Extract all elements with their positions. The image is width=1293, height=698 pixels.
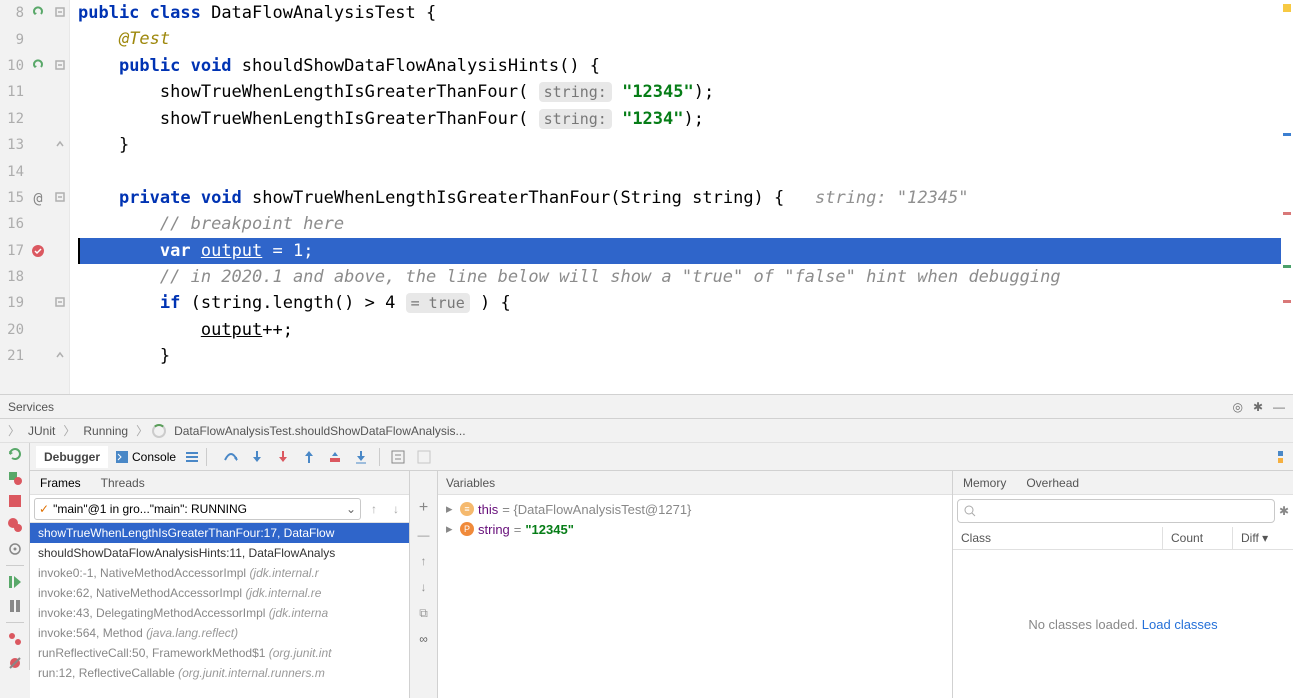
keyword: public class [78, 3, 201, 23]
breakpoint-err-icon[interactable] [7, 518, 23, 533]
modify-icon[interactable] [7, 471, 23, 486]
tab-console[interactable]: Console [110, 446, 182, 468]
tab-memory[interactable]: Memory [953, 472, 1016, 494]
fold-icon[interactable] [55, 192, 67, 204]
down-watch-icon[interactable]: ↓ [416, 579, 432, 595]
frame-row[interactable]: invoke:43, DelegatingMethodAccessorImpl … [30, 603, 409, 623]
annotation: @Test [119, 29, 170, 49]
copy-icon[interactable]: ⧉ [416, 605, 432, 621]
fold-end-icon[interactable] [55, 350, 67, 362]
frame-row[interactable]: run:12, ReflectiveCallable (org.junit.in… [30, 663, 409, 683]
drop-frame-icon[interactable] [327, 449, 343, 465]
tab-frames[interactable]: Frames [30, 472, 91, 494]
spinner-icon [152, 424, 166, 438]
mute-bp-icon[interactable] [7, 655, 23, 670]
frame-row[interactable]: showTrueWhenLengthIsGreaterThanFour:17, … [30, 523, 409, 543]
warning-marker[interactable] [1283, 4, 1291, 12]
up-watch-icon[interactable]: ↑ [416, 553, 432, 569]
stop-icon[interactable] [7, 494, 23, 509]
fold-icon[interactable] [55, 297, 67, 309]
gutter: 89101112131415@161718192021 [0, 0, 70, 394]
panel-title: Services [8, 400, 54, 414]
run-to-cursor-icon[interactable] [353, 449, 369, 465]
frames-list[interactable]: showTrueWhenLengthIsGreaterThanFour:17, … [30, 523, 409, 698]
threads-view-icon[interactable] [184, 449, 200, 465]
rerun-icon[interactable] [7, 447, 23, 462]
settings-icon[interactable] [7, 541, 23, 556]
empty-text: No classes loaded. [1028, 617, 1141, 632]
crumb-running[interactable]: Running [79, 422, 132, 440]
override-icon[interactable] [30, 5, 46, 21]
col-class[interactable]: Class [953, 527, 1163, 549]
param-hint: string: [539, 82, 612, 102]
tab-debugger[interactable]: Debugger [36, 446, 108, 468]
crumb-junit[interactable]: JUnit [24, 422, 59, 440]
frame-row[interactable]: shouldShowDataFlowAnalysisHints:11, Data… [30, 543, 409, 563]
variables-tree[interactable]: ▸≡ this = {DataFlowAnalysisTest@1271}▸P … [438, 495, 952, 543]
frame-row[interactable]: invoke:62, NativeMethodAccessorImpl (jdk… [30, 583, 409, 603]
col-diff[interactable]: Diff ▾ [1233, 527, 1293, 549]
add-watch-icon[interactable]: + [419, 499, 428, 517]
services-toolwindow: Services ◎ ✱ — 〉JUnit 〉Running 〉DataFlow… [0, 395, 1293, 698]
frame-row[interactable]: invoke0:-1, NativeMethodAccessorImpl (jd… [30, 563, 409, 583]
caret [78, 238, 80, 264]
tab-threads[interactable]: Threads [91, 472, 155, 494]
gear-icon[interactable]: ✱ [1279, 504, 1289, 518]
variable-row[interactable]: ▸P string = "12345" [446, 519, 944, 539]
info-marker[interactable] [1283, 133, 1291, 136]
layout-icon[interactable] [1277, 449, 1293, 465]
remove-watch-icon[interactable]: — [416, 527, 432, 543]
tab-overhead[interactable]: Overhead [1016, 472, 1089, 494]
glasses-icon[interactable]: ∞ [416, 631, 432, 647]
error-marker[interactable] [1283, 300, 1291, 303]
prev-frame-icon[interactable]: ↑ [365, 500, 383, 518]
next-frame-icon[interactable]: ↓ [387, 500, 405, 518]
frames-panel: Frames Threads ✓"main"@1 in gro..."main"… [30, 471, 410, 698]
param-hint: string: [539, 109, 612, 129]
execution-line[interactable]: var output = 1; [78, 238, 1293, 264]
step-out-icon[interactable] [301, 449, 317, 465]
ok-marker[interactable] [1283, 265, 1291, 268]
evaluate-icon[interactable] [390, 449, 406, 465]
resume-icon[interactable] [7, 575, 23, 590]
code-area[interactable]: public class DataFlowAnalysisTest { @Tes… [70, 0, 1293, 394]
error-marker[interactable] [1283, 212, 1291, 215]
gear-icon[interactable]: ✱ [1253, 400, 1263, 414]
load-classes-link[interactable]: Load classes [1142, 617, 1218, 632]
breakpoint-icon[interactable] [30, 243, 46, 259]
thread-selector[interactable]: ✓"main"@1 in gro..."main": RUNNING⌄ [34, 498, 361, 520]
variables-panel: Variables ▸≡ this = {DataFlowAnalysisTes… [438, 471, 953, 698]
step-into-icon[interactable] [249, 449, 265, 465]
frame-row[interactable]: invoke:564, Method (java.lang.reflect) [30, 623, 409, 643]
override-icon[interactable] [30, 58, 46, 74]
fold-icon[interactable] [55, 7, 67, 19]
at-icon[interactable]: @ [30, 190, 46, 206]
marker-bar[interactable] [1281, 0, 1293, 394]
code-editor[interactable]: 89101112131415@161718192021 public class… [0, 0, 1293, 395]
step-over-icon[interactable] [223, 449, 239, 465]
fold-icon[interactable] [55, 60, 67, 72]
debug-toolbar [0, 443, 30, 670]
minimize-icon[interactable]: — [1273, 400, 1285, 414]
crumb-test[interactable]: DataFlowAnalysisTest.shouldShowDataFlowA… [170, 422, 469, 440]
breadcrumb: 〉JUnit 〉Running 〉DataFlowAnalysisTest.sh… [0, 419, 1293, 443]
inline-value-hint: string: "12345" [815, 188, 969, 208]
memory-panel: Memory Overhead ✱ Class Count Diff ▾ No … [953, 471, 1293, 698]
variable-row[interactable]: ▸≡ this = {DataFlowAnalysisTest@1271} [446, 499, 944, 519]
trace-icon[interactable] [416, 449, 432, 465]
disconnect-icon[interactable] [7, 632, 23, 647]
pause-icon[interactable] [7, 598, 23, 613]
chevron-down-icon: ⌄ [346, 502, 356, 516]
variables-label: Variables [446, 476, 495, 490]
target-icon[interactable]: ◎ [1232, 400, 1242, 414]
force-step-into-icon[interactable] [275, 449, 291, 465]
dfa-hint: = true [406, 293, 470, 313]
fold-end-icon[interactable] [55, 139, 67, 151]
col-count[interactable]: Count [1163, 527, 1233, 549]
memory-search-input[interactable] [957, 499, 1275, 523]
frame-row[interactable]: runReflectiveCall:50, FrameworkMethod$1 … [30, 643, 409, 663]
class-name: DataFlowAnalysisTest [211, 3, 416, 23]
